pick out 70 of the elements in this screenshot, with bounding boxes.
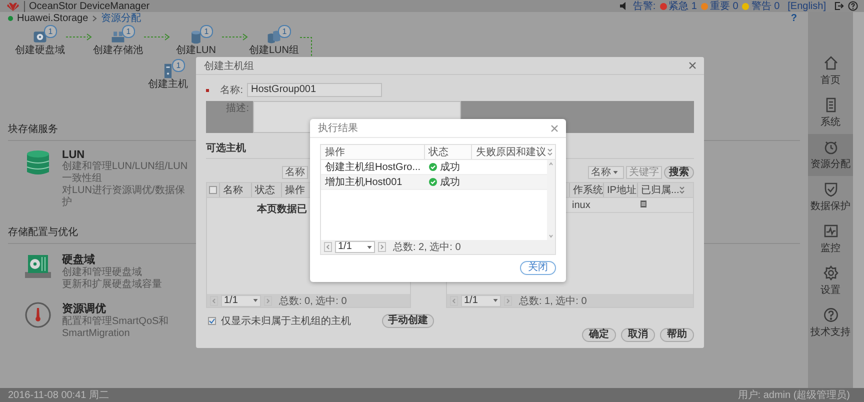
count-badge: 1 bbox=[200, 25, 213, 38]
checkbox-label[interactable]: 仅显示未归属于主机组的主机 bbox=[221, 314, 351, 328]
count-badge: 1 bbox=[172, 59, 185, 72]
dialog-button[interactable]: 确定 bbox=[582, 328, 616, 342]
count-badge: 1 bbox=[44, 25, 57, 38]
breadcrumb-item[interactable]: Huawei.Storage bbox=[17, 12, 88, 24]
language-link[interactable]: [English] bbox=[788, 0, 826, 12]
status-text: 成功 bbox=[440, 160, 460, 174]
manual-create-button[interactable]: 手动创建 bbox=[382, 314, 434, 328]
dialog-title: 创建主机组 bbox=[204, 60, 254, 72]
dialog-title: 执行结果 bbox=[318, 122, 358, 135]
step-label[interactable]: 创建存储池 bbox=[93, 45, 143, 56]
status-text: 成功 bbox=[440, 176, 460, 189]
column-header[interactable]: 状态 bbox=[251, 183, 281, 197]
card-title[interactable]: 硬盘域 bbox=[62, 252, 162, 267]
close-button[interactable]: 关闭 bbox=[520, 261, 556, 275]
column-header[interactable]: 操作 bbox=[281, 183, 305, 197]
column-header[interactable]: 名称 bbox=[219, 183, 251, 197]
column-header[interactable]: 状态 bbox=[424, 145, 472, 159]
page-summary: 总数: 0, 选中: 0 bbox=[279, 294, 347, 308]
page-select[interactable]: 1/1 bbox=[461, 294, 501, 306]
alarm-count[interactable]: 警告 0 bbox=[751, 0, 780, 13]
name-field[interactable]: HostGroup001 bbox=[247, 83, 382, 97]
step-label[interactable]: 创建硬盘域 bbox=[15, 45, 65, 56]
breadcrumb-item[interactable]: 资源分配 bbox=[101, 11, 142, 25]
alarm-count[interactable]: 紧急 1 bbox=[668, 0, 697, 13]
dialog-button[interactable]: 帮助 bbox=[660, 328, 694, 342]
count-badge: 1 bbox=[278, 25, 291, 38]
column-header[interactable]: 作系统 bbox=[569, 183, 603, 197]
table-cell-text: 增加主机Host001 bbox=[324, 176, 404, 189]
help-link[interactable]: ? bbox=[790, 12, 797, 24]
empty-message: 本页数据已 bbox=[256, 202, 308, 216]
page-select[interactable]: 1/1 bbox=[335, 241, 375, 253]
column-header[interactable]: IP地址 bbox=[603, 183, 637, 197]
nav-item[interactable]: 首页 bbox=[808, 50, 853, 92]
date-time: 2016-11-08 00:41 周二 bbox=[8, 389, 109, 402]
nav-item[interactable]: 技术支持 bbox=[808, 302, 853, 344]
table-cell-text: inux bbox=[571, 200, 592, 210]
column-header[interactable]: 已归属... bbox=[637, 183, 677, 197]
alarm-label: 告警: bbox=[632, 0, 656, 13]
column-header[interactable]: 操作 bbox=[321, 145, 424, 159]
step-label[interactable]: 创建LUN组 bbox=[248, 45, 299, 56]
card-title[interactable]: LUN bbox=[62, 149, 194, 161]
step-label[interactable]: 创建LUN bbox=[176, 45, 216, 56]
card-description: 创建和管理LUN/LUN组/LUN一致性组 bbox=[62, 161, 189, 184]
count-badge: 1 bbox=[122, 25, 135, 38]
search-by-select[interactable]: 名称 bbox=[588, 166, 624, 178]
nav-item[interactable]: 数据保护 bbox=[808, 176, 853, 218]
nav-item[interactable]: 资源分配 bbox=[808, 134, 853, 176]
page-select[interactable]: 1/1 bbox=[221, 294, 261, 306]
column-header[interactable]: 失败原因和建议 bbox=[471, 145, 546, 159]
card-description: 更新和扩展硬盘域容量 bbox=[62, 279, 162, 291]
step-label[interactable]: 创建主机 bbox=[148, 79, 188, 90]
alarm-count[interactable]: 重要 0 bbox=[710, 0, 738, 13]
card-description: 创建和管理硬盘域 bbox=[62, 267, 143, 278]
dialog-button[interactable]: 取消 bbox=[621, 328, 655, 342]
search-button[interactable]: 搜索 bbox=[664, 166, 694, 178]
app-title: OceanStor DeviceManager bbox=[24, 0, 150, 12]
user-info: 用户: admin (超级管理员) bbox=[738, 388, 850, 402]
card-description: 配置和管理SmartQoS和SmartMigration bbox=[62, 316, 170, 340]
nav-item[interactable]: 设置 bbox=[808, 260, 853, 302]
field-label: 描述: bbox=[225, 102, 249, 115]
page-summary: 总数: 1, 选中: 0 bbox=[519, 294, 587, 308]
card-description: 对LUN进行资源调优/数据保护 bbox=[62, 185, 186, 209]
nav-item[interactable]: 系统 bbox=[808, 92, 853, 134]
nav-item[interactable]: 监控 bbox=[808, 218, 853, 260]
field-label: 名称: bbox=[219, 84, 243, 97]
table-cell-text: 创建主机组HostGro... bbox=[324, 160, 422, 174]
card-title[interactable]: 资源调优 bbox=[62, 301, 194, 316]
search-field[interactable]: 名称 bbox=[282, 166, 308, 178]
